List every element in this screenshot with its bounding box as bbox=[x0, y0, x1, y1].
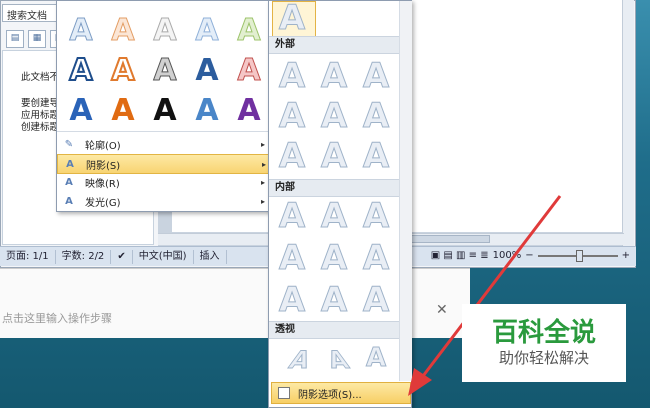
shadow-style-cell[interactable]: A bbox=[359, 137, 393, 176]
effects-gallery-row: A A A A A bbox=[63, 13, 267, 49]
text-effects-menu: A A A A A A A A A A A A A A A ✎ 轮廓(O) ▸ … bbox=[56, 0, 273, 212]
effect-style-cell[interactable]: A bbox=[189, 13, 225, 49]
section-header-inner: 内部 bbox=[269, 179, 405, 197]
effect-style-cell[interactable]: A bbox=[147, 53, 183, 89]
shadow-icon: A bbox=[66, 158, 74, 170]
shadow-style-cell[interactable]: A bbox=[275, 97, 309, 136]
nav-text-line: 创建标题 bbox=[21, 122, 60, 133]
shadow-style-cell[interactable]: A bbox=[317, 97, 351, 136]
shadow-style-cell[interactable]: A bbox=[314, 341, 362, 379]
zoom-level[interactable]: 100% bbox=[493, 250, 522, 261]
section-header-perspective: 透视 bbox=[269, 321, 405, 339]
effect-style-cell[interactable]: A bbox=[231, 93, 267, 129]
submenu-scrollbar[interactable] bbox=[399, 1, 412, 381]
shadow-style-cell[interactable]: A bbox=[317, 197, 351, 236]
shadow-style-cell[interactable]: A bbox=[275, 281, 309, 320]
shadow-style-cell[interactable]: A bbox=[317, 137, 351, 176]
language-indicator[interactable]: 中文(中国) bbox=[133, 249, 194, 264]
menu-item-glow[interactable]: A 发光(G) ▸ bbox=[57, 192, 271, 210]
horizontal-scroll-thumb[interactable] bbox=[400, 235, 490, 243]
effect-style-cell[interactable]: A bbox=[189, 93, 225, 129]
shadow-style-cell[interactable]: A bbox=[359, 197, 393, 236]
effect-style-cell[interactable]: A bbox=[63, 52, 99, 89]
effect-style-cell[interactable]: A bbox=[231, 53, 267, 89]
effects-gallery-row: A A A A A bbox=[63, 93, 267, 129]
glow-icon: A bbox=[65, 195, 73, 207]
zoom-in-button[interactable]: + bbox=[622, 250, 630, 261]
vertical-scrollbar[interactable] bbox=[622, 0, 634, 246]
zoom-controls: ▣ ▤ ▥ ≡ ≣ 100% − + bbox=[431, 249, 630, 262]
effect-style-cell[interactable]: A bbox=[147, 13, 183, 49]
shadow-style-cell[interactable]: A bbox=[359, 97, 393, 136]
shadow-style-cell[interactable]: A bbox=[359, 57, 393, 96]
effect-style-cell[interactable]: A bbox=[147, 93, 183, 129]
shadow-style-cell[interactable]: A bbox=[317, 239, 351, 278]
shadow-submenu: A 外部 A A A A A A A A A 内部 A A A A A A A … bbox=[268, 0, 412, 408]
shadow-style-cell[interactable]: A bbox=[359, 339, 393, 377]
menu-item-label: 阴影(S) bbox=[86, 160, 121, 172]
shadow-options-label: 阴影选项(S)... bbox=[298, 389, 362, 401]
insert-mode[interactable]: 插入 bbox=[194, 249, 227, 264]
menu-item-label: 发光(G) bbox=[85, 197, 121, 209]
effect-style-cell[interactable]: A bbox=[63, 13, 99, 49]
effect-style-cell[interactable]: A bbox=[231, 13, 267, 49]
view-buttons-icon[interactable]: ▣ ▤ ▥ ≡ ≣ bbox=[431, 250, 489, 261]
section-header-outer: 外部 bbox=[269, 36, 405, 54]
reflection-icon: A bbox=[65, 176, 73, 188]
shadow-style-cell[interactable]: A bbox=[317, 281, 351, 320]
shadow-style-cell[interactable]: A bbox=[359, 281, 393, 320]
menu-separator bbox=[57, 131, 271, 132]
effect-style-cell[interactable]: A bbox=[105, 13, 141, 49]
zoom-out-button[interactable]: − bbox=[525, 250, 533, 261]
nav-tab-pages[interactable]: ▦ bbox=[28, 30, 46, 48]
watermark-title: 百科全说 bbox=[491, 318, 596, 348]
shadow-style-cell[interactable]: A bbox=[275, 137, 309, 176]
menu-item-outline[interactable]: ✎ 轮廓(O) ▸ bbox=[57, 135, 271, 153]
menu-item-reflection[interactable]: A 映像(R) ▸ bbox=[57, 173, 271, 191]
menu-item-shadow[interactable]: A 阴影(S) ▸ bbox=[57, 154, 273, 174]
word-count[interactable]: 字数: 2/2 bbox=[56, 249, 112, 264]
effect-style-cell[interactable]: A bbox=[105, 52, 141, 89]
watermark-subtitle: 助你轻松解决 bbox=[498, 349, 589, 367]
nav-tab-headings[interactable]: ▤ bbox=[6, 30, 24, 48]
effect-style-cell[interactable]: A bbox=[105, 93, 141, 129]
effect-style-cell[interactable]: A bbox=[189, 53, 225, 89]
watermark-logo: 百科全说 助你轻松解决 bbox=[462, 304, 626, 382]
shadow-style-cell[interactable]: A bbox=[275, 57, 309, 96]
step-close-icon[interactable]: ✕ bbox=[436, 302, 448, 318]
page-count[interactable]: 页面: 1/1 bbox=[0, 249, 56, 264]
zoom-slider[interactable] bbox=[537, 249, 618, 262]
effects-gallery-row: A A A A A bbox=[63, 52, 267, 89]
shadow-options-button[interactable]: 阴影选项(S)... bbox=[271, 382, 411, 404]
effect-style-cell[interactable]: A bbox=[63, 93, 99, 129]
shadow-options-icon bbox=[278, 387, 290, 399]
proofing-icon[interactable]: ✔ bbox=[111, 249, 133, 264]
shadow-style-cell[interactable]: A bbox=[275, 197, 309, 236]
menu-item-label: 映像(R) bbox=[85, 178, 120, 190]
nav-text-line: 此文档不 bbox=[21, 72, 60, 83]
shadow-style-cell[interactable]: A bbox=[275, 239, 309, 278]
shadow-style-cell[interactable]: A bbox=[359, 239, 393, 278]
shadow-style-cell[interactable]: A bbox=[317, 57, 351, 96]
menu-item-label: 轮廓(O) bbox=[85, 140, 121, 152]
shadow-none-cell[interactable]: A bbox=[275, 0, 309, 38]
outline-icon: ✎ bbox=[64, 138, 74, 150]
